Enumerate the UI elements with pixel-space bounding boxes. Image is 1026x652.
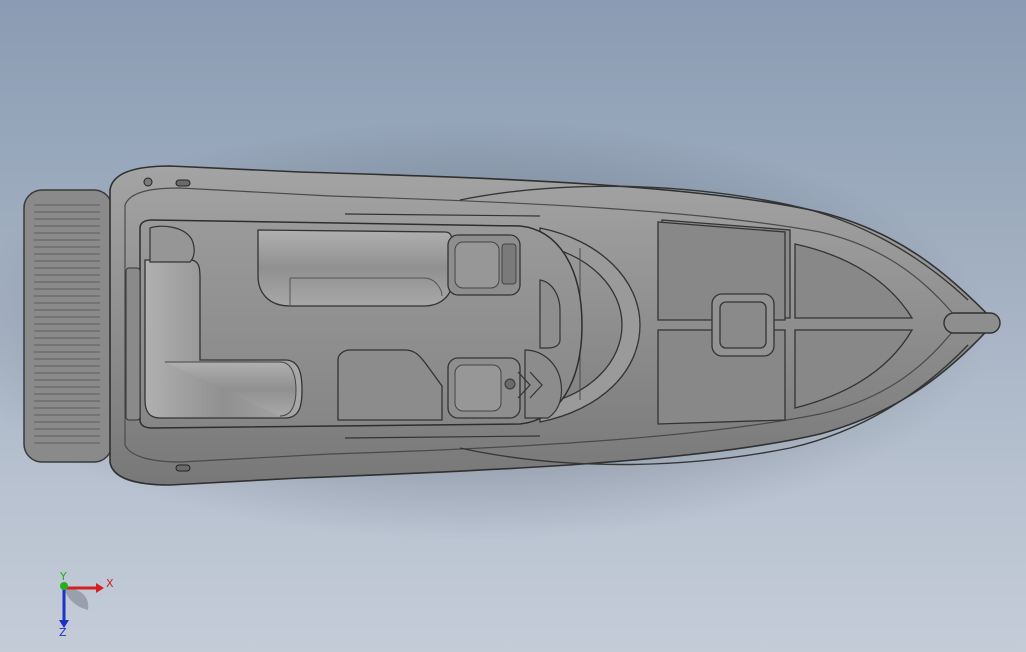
triad-rotation-arc xyxy=(64,588,89,610)
stern-cleat-bottom[interactable] xyxy=(175,464,191,472)
stern-cleat-top[interactable] xyxy=(175,179,191,187)
swim-platform[interactable] xyxy=(23,189,113,463)
port-lounge[interactable] xyxy=(257,229,453,307)
coordinate-triad[interactable]: X Y Z xyxy=(50,572,120,636)
helm-seat-port[interactable] xyxy=(447,234,521,296)
helm-seat-starboard[interactable] xyxy=(447,357,521,419)
z-axis-label: Z xyxy=(59,626,67,636)
graphics-viewport[interactable]: X Y Z xyxy=(0,0,1026,652)
x-axis-arrow xyxy=(96,583,104,593)
bow-roller[interactable] xyxy=(943,312,1001,334)
boat-model-top-view[interactable] xyxy=(0,0,1026,652)
x-axis-label: X xyxy=(106,577,114,590)
y-axis-label: Y xyxy=(59,572,67,583)
fuel-cap[interactable] xyxy=(143,177,153,187)
y-axis-point xyxy=(60,582,68,590)
